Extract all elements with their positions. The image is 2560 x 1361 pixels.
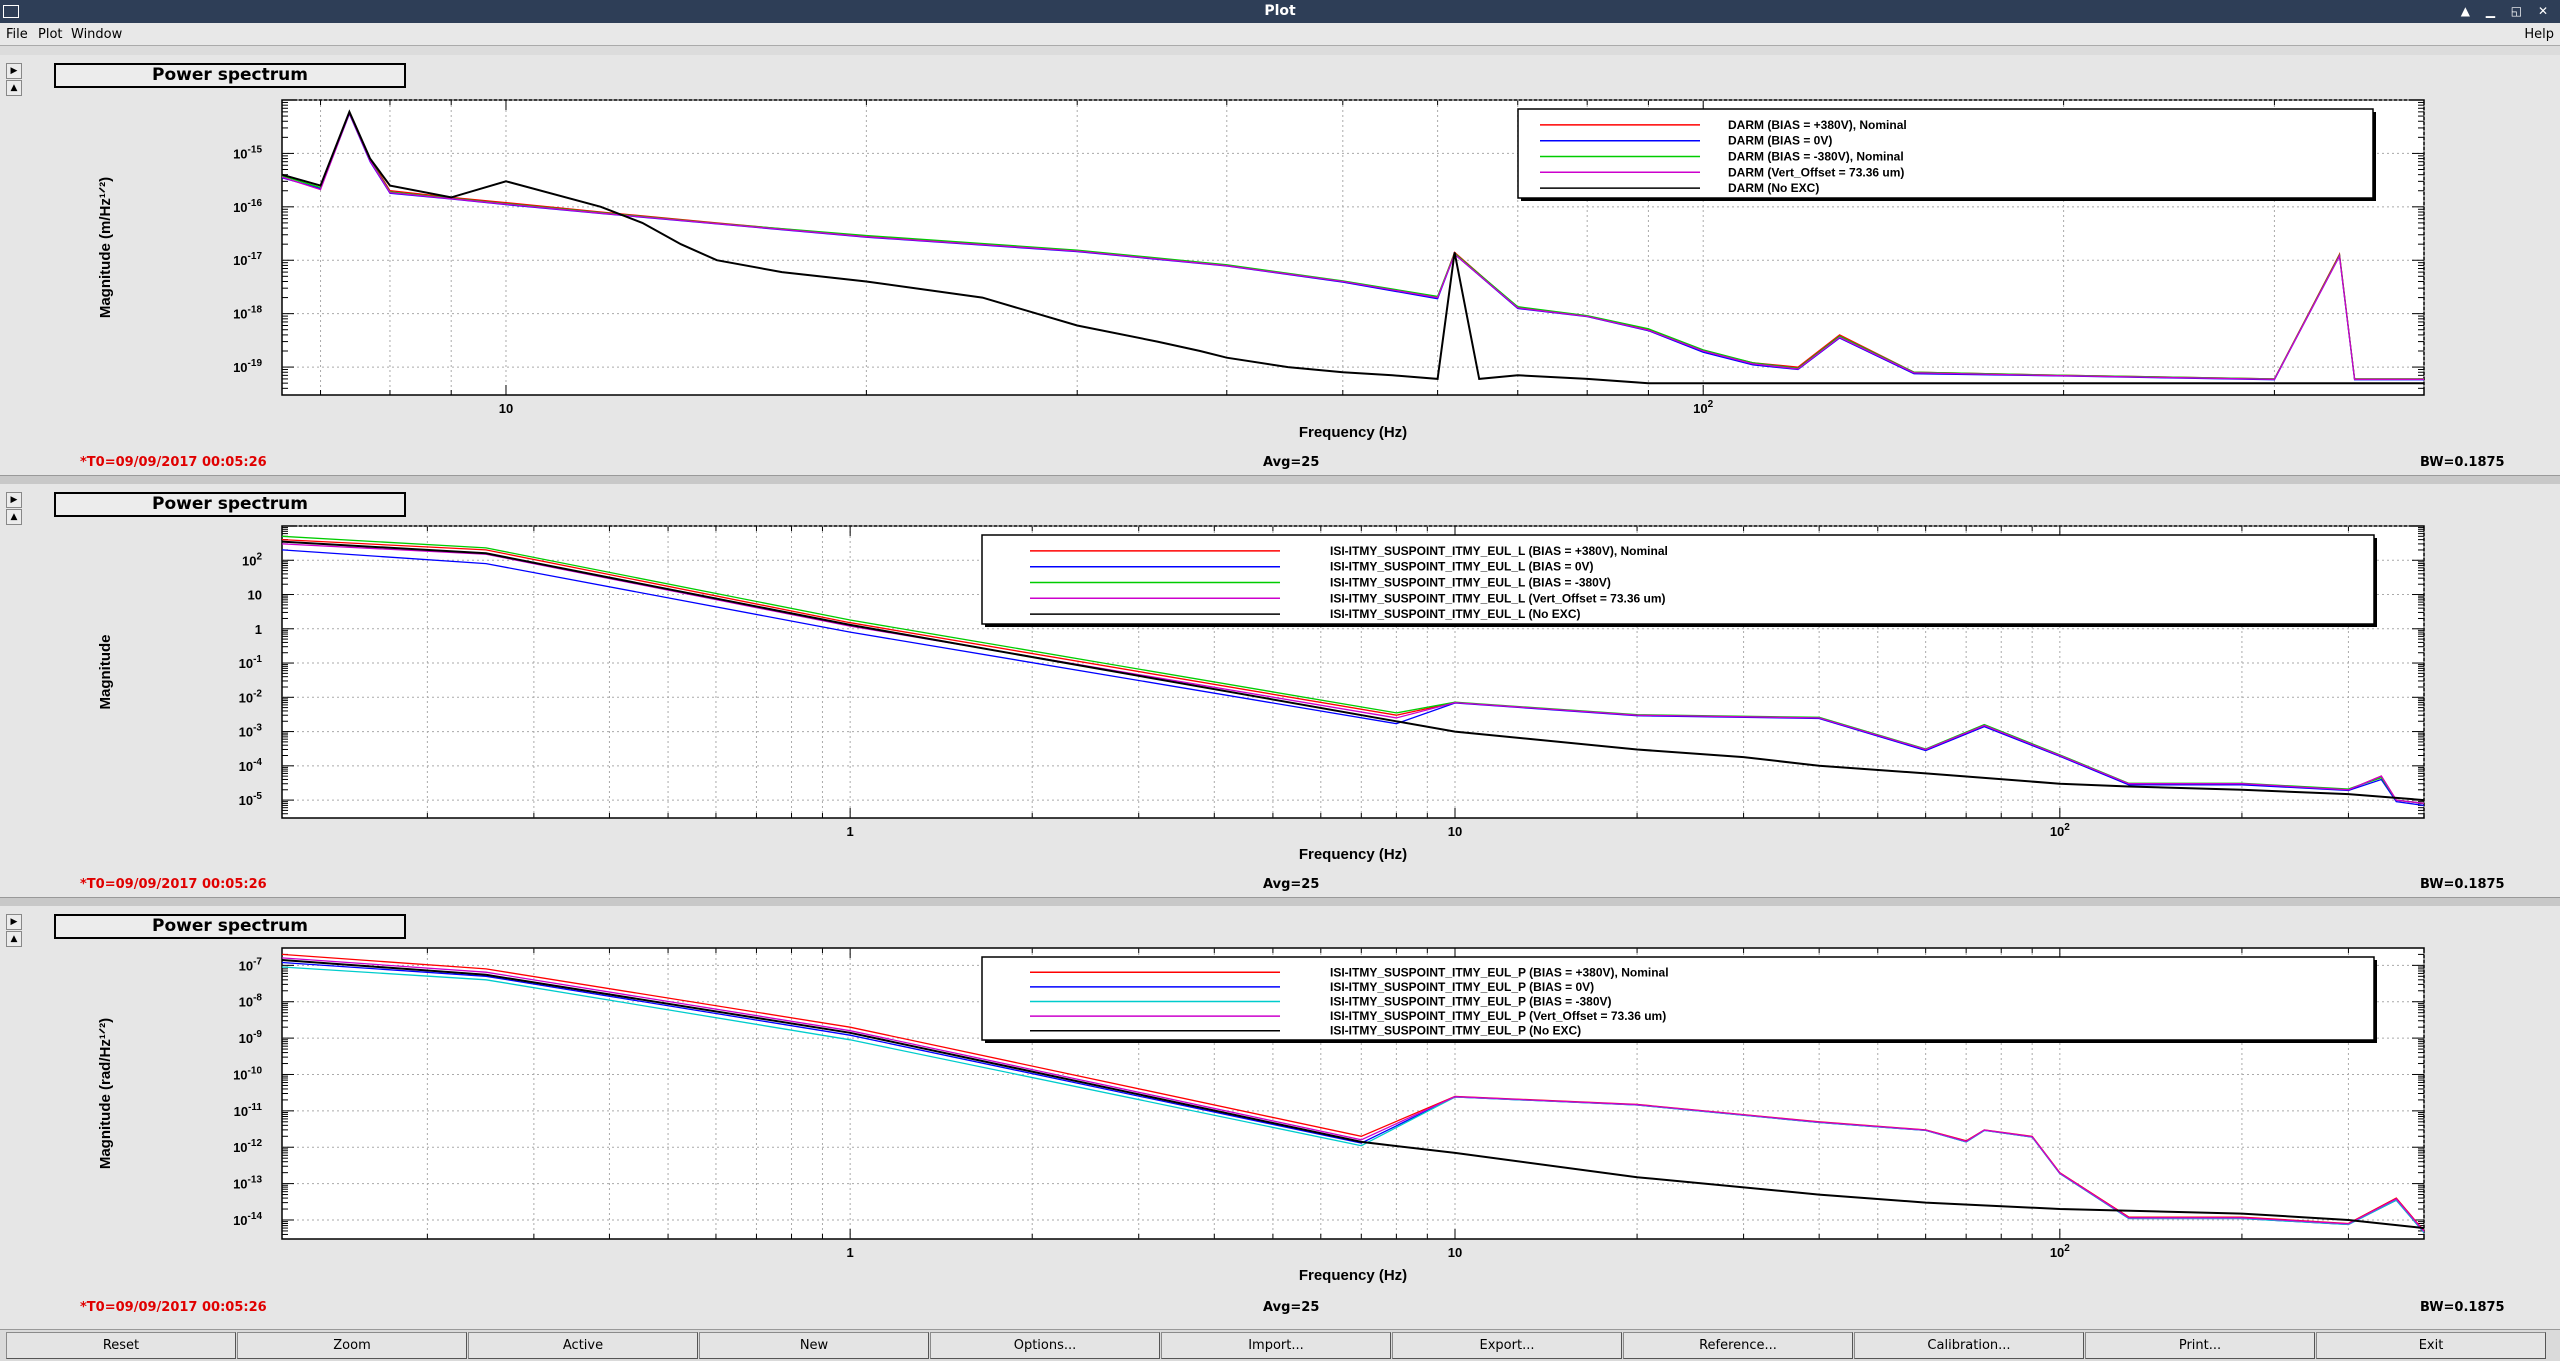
bw-label: BW=0.1875	[2420, 877, 2505, 892]
legend-label: ISI-ITMY_SUSPOINT_ITMY_EUL_P (Vert_Offse…	[1330, 1009, 1666, 1023]
import-button[interactable]: Import...	[1161, 1332, 1391, 1359]
plot-panel-1: ▶ ▲ Power spectrum 10 102 10-19 10-18 10-17 1…	[0, 55, 2560, 475]
y-tick-label: 10-10	[233, 1065, 262, 1082]
zoom-button[interactable]: Zoom	[237, 1332, 467, 1359]
y-axis-label: Magnitude (rad/Hz¹ᐟ²)	[97, 1018, 114, 1169]
legend-box	[1517, 108, 2374, 199]
window-controls[interactable]: ▲ ▁ ◱ ✕	[2461, 0, 2554, 23]
y-tick-label: 102	[242, 551, 262, 568]
t0-label: *T0=09/09/2017 00:05:26	[80, 455, 267, 470]
avg-label: Avg=25	[1263, 877, 1320, 892]
power-spectrum-chart-2[interactable]: 1 10 102 10-5 10-4 10-3 10-2 10-1 1 10 102 Frequenc…	[0, 484, 2560, 897]
legend-label: ISI-ITMY_SUSPOINT_ITMY_EUL_P (BIAS = 0V)	[1330, 980, 1594, 994]
t0-label: *T0=09/09/2017 00:05:26	[80, 1300, 267, 1315]
menu-file[interactable]: File	[6, 27, 28, 42]
power-spectrum-chart-3[interactable]: 1 10 102 10-14 10-13 10-12 10-11 10-10 10-9 10-8 1…	[0, 906, 2560, 1329]
y-tick-label: 1	[255, 622, 262, 637]
x-tick-label: 10	[1448, 1245, 1462, 1260]
x-axis-label: Frequency (Hz)	[1299, 1267, 1407, 1284]
legend-label: DARM (BIAS = 0V)	[1728, 134, 1832, 148]
x-tick-label: 102	[1693, 399, 1713, 416]
active-button[interactable]: Active	[468, 1332, 698, 1359]
y-tick-label: 10-8	[239, 993, 263, 1010]
x-tick-label: 10	[1448, 824, 1462, 839]
legend-label: ISI-ITMY_SUSPOINT_ITMY_EUL_L (No EXC)	[1330, 607, 1580, 621]
legend-label: ISI-ITMY_SUSPOINT_ITMY_EUL_L (BIAS = 0V)	[1330, 560, 1594, 574]
bw-label: BW=0.1875	[2420, 1300, 2505, 1315]
bottom-toolbar: Reset Zoom Active New Options... Import.…	[0, 1329, 2560, 1361]
y-tick-label: 10-2	[239, 688, 263, 705]
print-button[interactable]: Print...	[2085, 1332, 2315, 1359]
x-axis-label: Frequency (Hz)	[1299, 424, 1407, 441]
y-tick-label: 10-11	[234, 1102, 263, 1119]
plot-panel-3: ▶ ▲ Power spectrum 1 10 102 10-14 10-13 10-12…	[0, 906, 2560, 1329]
x-tick-label: 102	[2050, 1243, 2070, 1260]
legend-label: ISI-ITMY_SUSPOINT_ITMY_EUL_P (BIAS = +38…	[1330, 965, 1669, 979]
export-button[interactable]: Export...	[1392, 1332, 1622, 1359]
reference-button[interactable]: Reference...	[1623, 1332, 1853, 1359]
y-tick-label: 10-5	[239, 791, 263, 808]
y-tick-label: 10-9	[239, 1029, 263, 1046]
y-axis-label: Magnitude (m/Hz¹ᐟ²)	[97, 177, 114, 318]
legend-label: DARM (Vert_Offset = 73.36 um)	[1728, 165, 1904, 179]
x-tick-label: 1	[847, 1245, 854, 1260]
menu-window[interactable]: Window	[71, 27, 122, 42]
y-tick-label: 10-13	[233, 1175, 262, 1192]
x-axis-label: Frequency (Hz)	[1299, 846, 1407, 863]
y-tick-label: 10-14	[233, 1211, 262, 1228]
new-button[interactable]: New	[699, 1332, 929, 1359]
y-tick-label: 10-15	[233, 144, 262, 161]
window-titlebar: Plot ▲ ▁ ◱ ✕	[0, 0, 2560, 23]
bw-label: BW=0.1875	[2420, 455, 2505, 470]
calibration-button[interactable]: Calibration...	[1854, 1332, 2084, 1359]
legend-label: ISI-ITMY_SUSPOINT_ITMY_EUL_P (BIAS = -38…	[1330, 995, 1612, 1009]
y-tick-label: 10-18	[233, 305, 262, 322]
legend-label: DARM (BIAS = -380V), Nominal	[1728, 150, 1904, 164]
window-title: Plot	[1264, 3, 1296, 19]
legend-label: DARM (No EXC)	[1728, 181, 1819, 195]
x-tick-label: 10	[499, 401, 513, 416]
menu-plot[interactable]: Plot	[38, 27, 63, 42]
x-tick-label: 1	[847, 824, 854, 839]
exit-button[interactable]: Exit	[2316, 1332, 2546, 1359]
legend-box	[981, 534, 2375, 625]
reset-button[interactable]: Reset	[6, 1332, 236, 1359]
legend-label: ISI-ITMY_SUSPOINT_ITMY_EUL_P (No EXC)	[1330, 1024, 1581, 1038]
legend-box	[981, 956, 2375, 1041]
legend-label: ISI-ITMY_SUSPOINT_ITMY_EUL_L (BIAS = -38…	[1330, 576, 1611, 590]
avg-label: Avg=25	[1263, 455, 1320, 470]
plot-panel-2: ▶ ▲ Power spectrum 1 10 102 10-5 10-4 10-3 10-…	[0, 484, 2560, 897]
window-menu-icon[interactable]	[3, 5, 19, 18]
y-tick-label: 10-17	[233, 251, 262, 268]
avg-label: Avg=25	[1263, 1300, 1320, 1315]
menu-help[interactable]: Help	[2524, 27, 2554, 42]
power-spectrum-chart-1[interactable]: 10 102 10-19 10-18 10-17 10-16 10-15 Frequency …	[0, 55, 2560, 475]
t0-label: *T0=09/09/2017 00:05:26	[80, 877, 267, 892]
legend-label: ISI-ITMY_SUSPOINT_ITMY_EUL_L (Vert_Offse…	[1330, 591, 1666, 605]
x-tick-label: 102	[2050, 822, 2070, 839]
y-tick-label: 10-12	[233, 1138, 262, 1155]
y-tick-label: 10-1	[239, 654, 263, 671]
legend-label: DARM (BIAS = +380V), Nominal	[1728, 118, 1907, 132]
y-tick-label: 10-4	[239, 757, 263, 774]
y-tick-label: 10	[248, 588, 262, 603]
y-axis-label: Magnitude	[97, 635, 114, 710]
y-tick-label: 10-3	[239, 723, 263, 740]
y-tick-label: 10-16	[233, 198, 262, 215]
menubar: File Plot Window Help	[0, 23, 2560, 46]
y-tick-label: 10-19	[233, 358, 262, 375]
legend-label: ISI-ITMY_SUSPOINT_ITMY_EUL_L (BIAS = +38…	[1330, 544, 1668, 558]
options-button[interactable]: Options...	[930, 1332, 1160, 1359]
y-tick-label: 10-7	[239, 956, 263, 973]
